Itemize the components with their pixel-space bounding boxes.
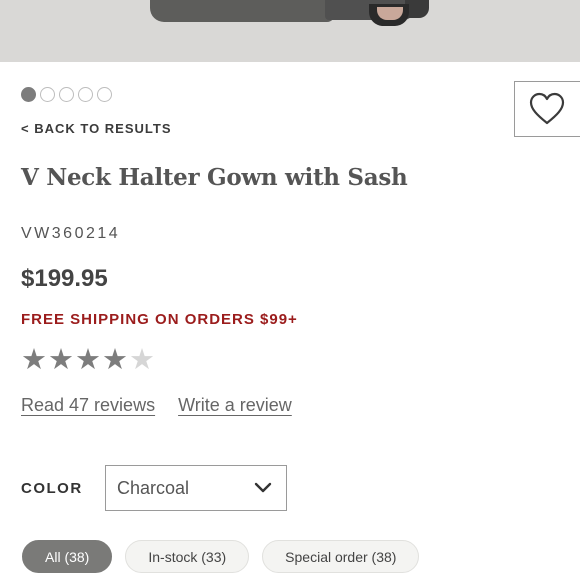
star-rating[interactable]: ★ ★ ★ ★ ★ (21, 344, 155, 376)
star-icon: ★ (102, 344, 128, 376)
availability-filters: All (38) In-stock (33) Special order (38… (22, 540, 420, 573)
product-title: V Neck Halter Gown with Sash (21, 164, 408, 191)
star-icon: ★ (75, 344, 101, 376)
star-icon: ★ (21, 344, 47, 376)
color-select[interactable]: Charcoal (105, 465, 287, 511)
gallery-dot[interactable] (78, 87, 93, 102)
star-icon-empty: ★ (129, 344, 155, 376)
filter-chip-in-stock[interactable]: In-stock (33) (125, 540, 250, 573)
chevron-down-icon (254, 482, 272, 493)
review-links: Read 47 reviews Write a review (21, 395, 292, 416)
write-review-link[interactable]: Write a review (178, 395, 292, 416)
gallery-dot[interactable] (59, 87, 74, 102)
back-to-results-link[interactable]: < BACK TO RESULTS (21, 121, 172, 136)
star-icon: ★ (48, 344, 74, 376)
free-shipping-promo: FREE SHIPPING ON ORDERS $99+ (21, 311, 298, 328)
product-image[interactable] (0, 0, 580, 62)
gallery-dot[interactable] (40, 87, 55, 102)
color-select-value: Charcoal (117, 477, 190, 498)
heart-icon (529, 92, 565, 125)
read-reviews-link[interactable]: Read 47 reviews (21, 395, 155, 416)
favorite-button[interactable] (514, 81, 580, 137)
filter-chip-all[interactable]: All (38) (22, 540, 113, 573)
gown-hem (150, 0, 335, 22)
product-price: $199.95 (21, 265, 108, 292)
filter-chip-special-order[interactable]: Special order (38) (262, 540, 420, 573)
gallery-dot[interactable] (21, 87, 36, 102)
color-label: COLOR (21, 480, 83, 497)
product-sku: VW360214 (21, 225, 121, 242)
gallery-pagination (21, 87, 112, 102)
gallery-dot[interactable] (97, 87, 112, 102)
